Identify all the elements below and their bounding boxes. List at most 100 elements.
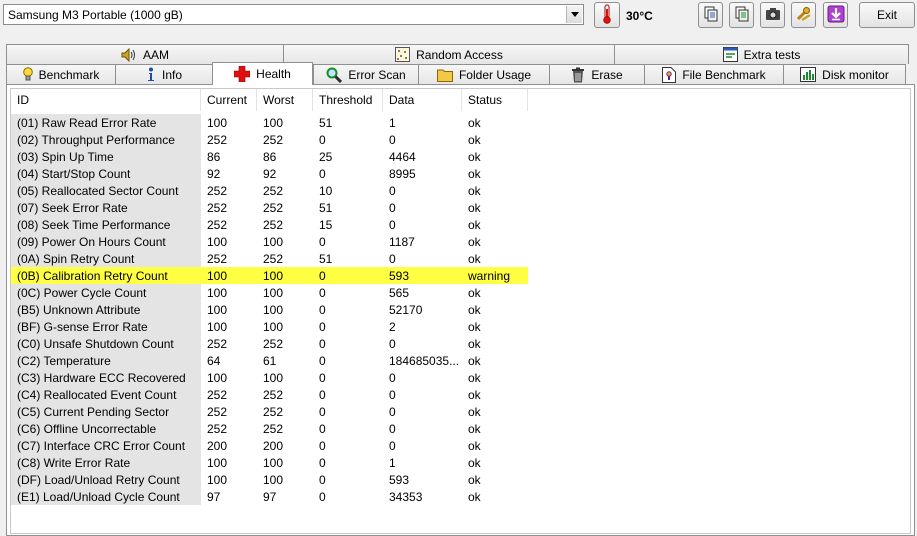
tab-disk-monitor[interactable]: Disk monitor	[783, 64, 906, 84]
tab-folder-usage[interactable]: Folder Usage	[418, 64, 549, 84]
tab-benchmark[interactable]: Benchmark	[6, 64, 115, 84]
cell-threshold: 0	[319, 353, 326, 368]
cell-current: 252	[207, 421, 228, 436]
table-row[interactable]: (C4) Reallocated Event Count 252 252 0 0 ok	[11, 386, 910, 403]
column-header-threshold[interactable]: Threshold	[313, 89, 383, 111]
exit-button[interactable]: Exit	[859, 2, 915, 28]
cell-data: 0	[389, 217, 396, 232]
table-row[interactable]: (E1) Load/Unload Cycle Count 97 97 0 34353 ok	[11, 488, 910, 505]
table-row[interactable]: (C5) Current Pending Sector 252 252 0 0 ok	[11, 403, 910, 420]
cell-threshold: 51	[319, 200, 333, 215]
drive-select[interactable]: Samsung M3 Portable (1000 gB)	[3, 4, 584, 25]
smart-attribute-list[interactable]: ID Current Worst Threshold Data Status (…	[10, 88, 911, 534]
cell-current: 100	[207, 115, 228, 130]
bar-chart-icon	[800, 67, 817, 82]
table-row[interactable]: (C0) Unsafe Shutdown Count 252 252 0 0 ok	[11, 335, 910, 352]
cell-data: 184685035...	[389, 353, 460, 368]
cell-worst: 252	[263, 200, 284, 215]
cell-status: ok	[468, 455, 481, 470]
copy-all-button[interactable]	[729, 2, 754, 28]
table-row[interactable]: (05) Reallocated Sector Count 252 252 10 0 ok	[11, 182, 910, 199]
tab-health[interactable]: Health	[212, 62, 313, 85]
temperature-button[interactable]	[594, 2, 620, 28]
cell-id: (0C) Power Cycle Count	[11, 284, 201, 301]
cell-status: ok	[468, 472, 481, 487]
cell-id: (07) Seek Error Rate	[11, 199, 201, 216]
table-row[interactable]: (C8) Write Error Rate 100 100 0 1 ok	[11, 454, 910, 471]
cell-id: (C6) Offline Uncorrectable	[11, 420, 201, 437]
cell-current: 100	[207, 370, 228, 385]
table-row[interactable]: (0A) Spin Retry Count 252 252 51 0 ok	[11, 250, 910, 267]
column-header-data[interactable]: Data	[383, 89, 462, 111]
cell-status: ok	[468, 132, 481, 147]
table-row[interactable]: (C2) Temperature 64 61 0 184685035... ok	[11, 352, 910, 369]
options-button[interactable]	[791, 2, 816, 28]
table-row[interactable]: (0C) Power Cycle Count 100 100 0 565 ok	[11, 284, 910, 301]
table-row[interactable]: (02) Throughput Performance 252 252 0 0 ok	[11, 131, 910, 148]
cell-id: (C8) Write Error Rate	[11, 454, 201, 471]
table-row[interactable]: (C7) Interface CRC Error Count 200 200 0 0 ok	[11, 437, 910, 454]
table-row[interactable]: (07) Seek Error Rate 252 252 51 0 ok	[11, 199, 910, 216]
extra-tests-icon	[722, 47, 738, 62]
tab-random-access[interactable]: Random Access	[283, 44, 614, 64]
cell-id: (C4) Reallocated Event Count	[11, 386, 201, 403]
table-row[interactable]: (0B) Calibration Retry Count 100 100 0 593 wa…	[11, 267, 910, 284]
table-row[interactable]: (09) Power On Hours Count 100 100 0 1187 ok	[11, 233, 910, 250]
cell-threshold: 51	[319, 251, 333, 266]
cell-threshold: 0	[319, 285, 326, 300]
tab-aam[interactable]: AAM	[6, 44, 283, 64]
cell-worst: 100	[257, 267, 313, 284]
cell-current: 92	[207, 166, 221, 181]
column-header-status[interactable]: Status	[462, 89, 528, 111]
cell-status: ok	[468, 251, 481, 266]
tab-file-benchmark[interactable]: File Benchmark	[644, 64, 783, 84]
cell-id: (B5) Unknown Attribute	[11, 301, 201, 318]
toolbar: Samsung M3 Portable (1000 gB) 30°C Exit	[0, 0, 917, 36]
camera-icon	[765, 6, 781, 25]
table-row[interactable]: (03) Spin Up Time 86 86 25 4464 ok	[11, 148, 910, 165]
save-button[interactable]	[823, 2, 848, 28]
info-icon	[146, 67, 156, 82]
table-row[interactable]: (08) Seek Time Performance 252 252 15 0 ok	[11, 216, 910, 233]
chevron-down-icon[interactable]	[566, 6, 582, 23]
table-row[interactable]: (01) Raw Read Error Rate 100 100 51 1 ok	[11, 114, 910, 131]
temperature-readout: 30°C	[626, 9, 653, 23]
tab-erase[interactable]: Erase	[549, 64, 644, 84]
cell-id: (DF) Load/Unload Retry Count	[11, 471, 201, 488]
cell-worst: 100	[263, 455, 284, 470]
cell-data: 0	[389, 438, 396, 453]
screenshot-button[interactable]	[760, 2, 785, 28]
table-row[interactable]: (DF) Load/Unload Retry Count 100 100 0 593 ok	[11, 471, 910, 488]
cell-id: (01) Raw Read Error Rate	[11, 114, 201, 131]
table-row[interactable]: (BF) G-sense Error Rate 100 100 0 2 ok	[11, 318, 910, 335]
tab-info[interactable]: Info	[115, 64, 212, 84]
table-row[interactable]: (B5) Unknown Attribute 100 100 0 52170 ok	[11, 301, 910, 318]
cell-status: ok	[468, 200, 481, 215]
cell-status: warning	[462, 267, 528, 284]
cell-data: 0	[389, 183, 396, 198]
cell-threshold: 0	[319, 336, 326, 351]
cell-worst: 252	[263, 421, 284, 436]
lightbulb-icon	[22, 67, 33, 82]
cell-worst: 252	[263, 251, 284, 266]
copy-button[interactable]	[698, 2, 723, 28]
cell-current: 100	[207, 285, 228, 300]
cell-data: 1187	[389, 234, 415, 249]
tab-row-bottom: Benchmark Info Health Error Scan Folder …	[6, 62, 906, 85]
table-row[interactable]: (04) Start/Stop Count 92 92 0 8995 ok	[11, 165, 910, 182]
tab-extra-tests[interactable]: Extra tests	[614, 44, 909, 64]
cell-status: ok	[468, 421, 481, 436]
cell-status: ok	[468, 353, 481, 368]
column-header-current[interactable]: Current	[201, 89, 257, 111]
cell-current: 252	[207, 183, 228, 198]
cell-status: ok	[468, 336, 481, 351]
column-header-id[interactable]: ID	[11, 89, 201, 111]
tab-error-scan[interactable]: Error Scan	[313, 64, 418, 84]
column-header-worst[interactable]: Worst	[257, 89, 313, 111]
table-row[interactable]: (C6) Offline Uncorrectable 252 252 0 0 ok	[11, 420, 910, 437]
cell-data: 1	[389, 455, 396, 470]
table-row[interactable]: (C3) Hardware ECC Recovered 100 100 0 0 ok	[11, 369, 910, 386]
cell-data: 2	[389, 319, 396, 334]
cell-worst: 100	[263, 319, 284, 334]
cell-threshold: 0	[319, 166, 326, 181]
